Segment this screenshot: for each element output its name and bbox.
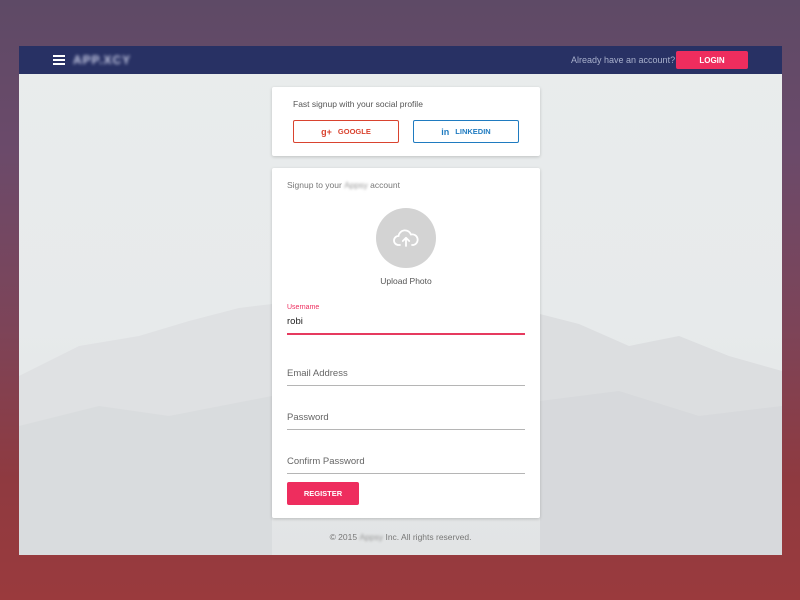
confirm-password-field-group <box>287 451 525 474</box>
app-logo[interactable]: APP.XCY <box>73 51 131 69</box>
username-underline <box>287 333 525 335</box>
signup-title-suffix: account <box>367 180 400 190</box>
social-signup-title: Fast signup with your social profile <box>293 99 423 109</box>
password-underline <box>287 429 525 430</box>
upload-photo-label: Upload Photo <box>380 276 432 286</box>
confirm-password-underline <box>287 473 525 474</box>
app-window: APP.XCY Already have an account? LOGIN F… <box>19 46 782 555</box>
login-button[interactable]: LOGIN <box>676 51 748 69</box>
footer-copyright: © 2015 Appsy Inc. All rights reserved. <box>19 532 782 542</box>
username-label: Username <box>287 304 320 311</box>
footer-suffix: Inc. All rights reserved. <box>383 532 472 542</box>
linkedin-signup-button[interactable]: in LINKEDIN <box>413 120 519 143</box>
top-navbar: APP.XCY Already have an account? LOGIN <box>19 46 782 74</box>
signup-title: Signup to your Appsy account <box>287 180 400 190</box>
linkedin-label: LINKEDIN <box>455 127 491 136</box>
email-input[interactable] <box>287 368 525 385</box>
password-input[interactable] <box>287 412 525 429</box>
email-underline <box>287 385 525 386</box>
username-input[interactable] <box>287 316 525 333</box>
signup-form-card: Signup to your Appsy account Upload Phot… <box>272 168 540 518</box>
signup-title-prefix: Signup to your <box>287 180 345 190</box>
password-field-group <box>287 407 525 430</box>
hamburger-menu-icon[interactable] <box>53 55 65 65</box>
google-signup-button[interactable]: g+ GOOGLE <box>293 120 399 143</box>
email-field-group <box>287 363 525 386</box>
social-signup-card: Fast signup with your social profile g+ … <box>272 87 540 156</box>
register-button[interactable]: REGISTER <box>287 482 359 505</box>
already-account-text: Already have an account? <box>571 55 676 65</box>
footer-brand: Appsy <box>359 532 384 542</box>
footer-prefix: © 2015 <box>329 532 360 542</box>
signup-title-brand: Appsy <box>344 180 368 190</box>
confirm-password-input[interactable] <box>287 456 525 473</box>
google-plus-icon: g+ <box>321 126 332 137</box>
username-field-group: Username <box>287 304 525 335</box>
upload-photo-button[interactable] <box>376 208 436 268</box>
cloud-upload-icon <box>393 229 419 247</box>
google-label: GOOGLE <box>337 127 371 136</box>
linkedin-icon: in <box>441 126 450 137</box>
